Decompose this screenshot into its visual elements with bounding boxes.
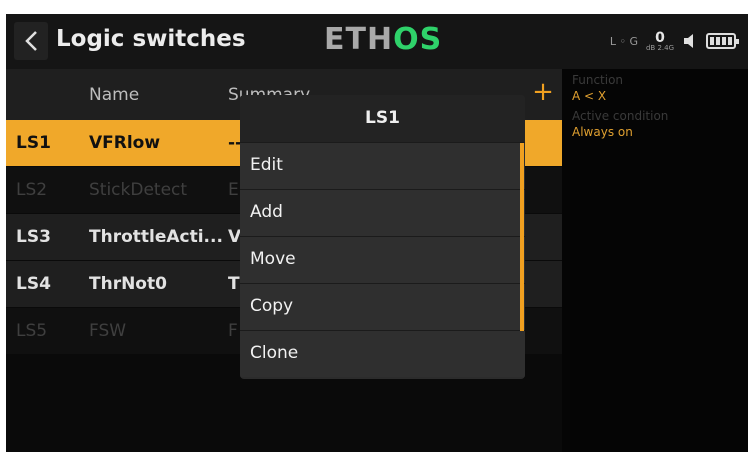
active-condition-label: Active condition (572, 109, 669, 123)
add-button[interactable]: + (528, 77, 558, 107)
battery-icon (706, 33, 739, 49)
rf-status: L ◦ G (609, 34, 638, 48)
chevron-left-icon (25, 31, 37, 51)
page-title: Logic switches (56, 26, 246, 52)
switch-info-panel: Function A < X Active condition Always o… (572, 72, 668, 140)
active-condition-value: Always on (572, 125, 633, 139)
menu-item-copy[interactable]: Copy (240, 283, 525, 330)
ethos-logo: ETHOS (324, 22, 443, 57)
context-menu-dialog: LS1 Edit Add Move Copy Clone (240, 95, 525, 379)
speaker-icon[interactable] (682, 33, 698, 49)
rssi-indicator: 0 dB 2.4G (645, 29, 674, 52)
function-label: Function (572, 73, 624, 87)
menu-scrollbar[interactable] (520, 143, 524, 331)
back-button[interactable] (14, 22, 48, 60)
menu-item-add[interactable]: Add (240, 189, 525, 236)
menu-item-clone[interactable]: Clone (240, 330, 525, 377)
menu-item-move[interactable]: Move (240, 236, 525, 283)
dialog-title: LS1 (240, 95, 525, 142)
function-value: A < X (572, 89, 607, 103)
header-bar: Logic switches ETHOS L ◦ G 0 dB 2.4G (6, 14, 748, 69)
status-area: L ◦ G 0 dB 2.4G (609, 26, 739, 56)
menu-item-edit[interactable]: Edit (240, 142, 525, 189)
screen: Logic switches ETHOS L ◦ G 0 dB 2.4G Nam… (6, 14, 748, 452)
column-header-name: Name (89, 85, 140, 105)
